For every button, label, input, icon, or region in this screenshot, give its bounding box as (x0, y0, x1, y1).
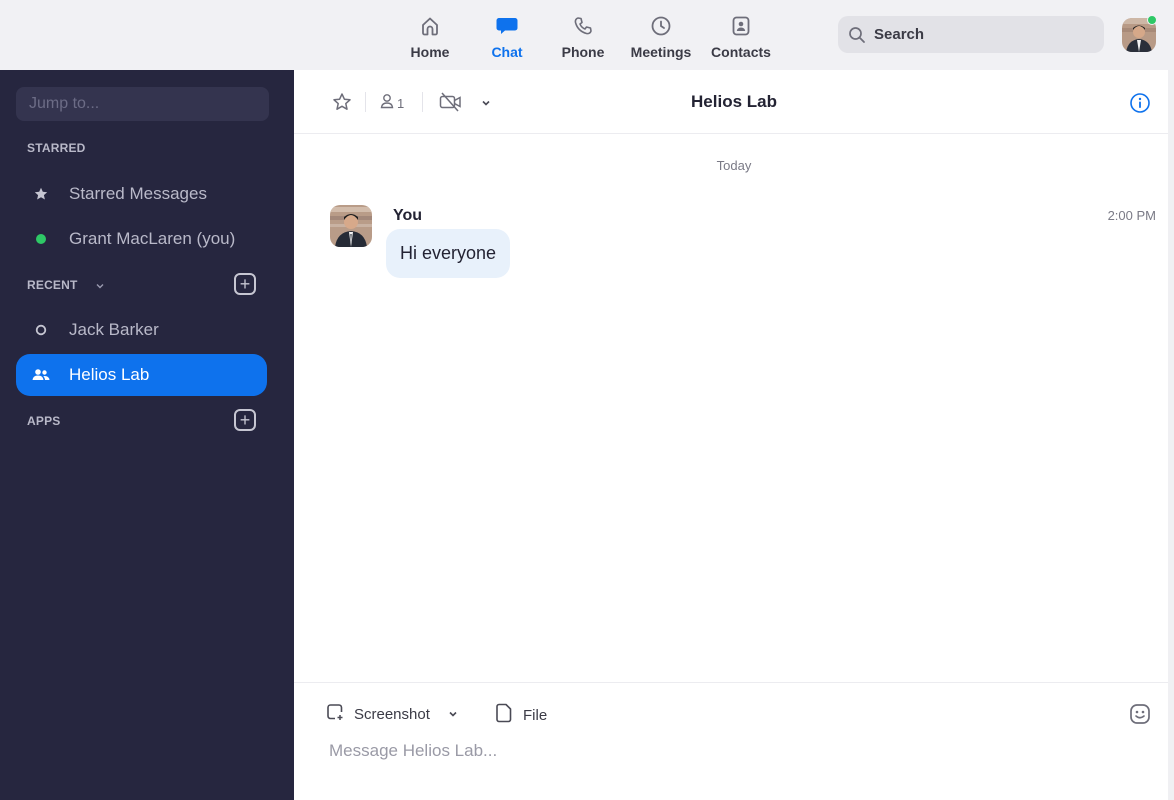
sidebar-item-jack-barker[interactable]: Jack Barker (16, 309, 267, 351)
star-channel-button[interactable] (332, 92, 352, 117)
nav-meetings[interactable]: Meetings (628, 10, 694, 66)
message-timestamp: 2:00 PM (1107, 208, 1156, 223)
sidebar: STARRED Starred Messages Grant MacLaren … (0, 70, 294, 800)
divider (422, 92, 423, 112)
screenshot-icon (326, 703, 354, 725)
file-icon (495, 703, 523, 727)
nav-chat[interactable]: Chat (487, 10, 527, 66)
sender-avatar[interactable] (330, 205, 372, 247)
search-icon (848, 26, 866, 44)
clock-icon (649, 14, 673, 38)
chevron-down-icon (447, 707, 469, 724)
starred-section-header: STARRED (27, 141, 86, 155)
sidebar-item-helios-lab[interactable]: Helios Lab (16, 354, 267, 396)
plus-icon: + (239, 274, 251, 294)
online-dot-icon (30, 233, 52, 245)
screenshot-options-dropdown[interactable] (447, 707, 469, 724)
offline-circle-icon (30, 324, 52, 336)
message-sender: You (393, 207, 423, 224)
nav-contacts[interactable]: Contacts (710, 10, 772, 66)
top-bar: Home Chat Phone Meetings Contacts (0, 0, 1174, 70)
message-bubble[interactable]: Hi everyone (386, 229, 511, 278)
sidebar-item-starred-messages[interactable]: Starred Messages (16, 173, 267, 215)
contacts-icon (729, 14, 753, 38)
video-options-dropdown[interactable] (480, 96, 492, 114)
add-recent-button[interactable]: + (234, 273, 256, 295)
home-icon (418, 14, 442, 38)
nav-phone[interactable]: Phone (560, 10, 606, 66)
divider (365, 92, 366, 112)
video-button[interactable] (439, 92, 463, 117)
info-icon[interactable] (1129, 92, 1151, 114)
search-box[interactable] (838, 16, 1104, 53)
chevron-down-icon[interactable] (94, 279, 106, 291)
chat-panel: 1 Helios Lab Today You 2:00 PM Hi everyo… (294, 70, 1174, 800)
star-icon (30, 187, 52, 201)
sidebar-item-grant-maclaren[interactable]: Grant MacLaren (you) (16, 218, 267, 260)
recent-section-header: RECENT (27, 278, 78, 292)
screenshot-button[interactable]: Screenshot (326, 703, 430, 725)
phone-icon (571, 14, 595, 38)
add-app-button[interactable]: + (234, 409, 256, 431)
chat-header: 1 Helios Lab (294, 70, 1174, 134)
star-outline-icon (332, 92, 352, 117)
online-status-dot (1147, 15, 1157, 25)
zoom-chat-window: Home Chat Phone Meetings Contacts Search… (0, 0, 1174, 800)
video-off-icon (439, 92, 463, 117)
emoji-icon[interactable] (1129, 703, 1151, 725)
chat-title: Helios Lab (691, 92, 777, 111)
plus-icon: + (239, 410, 251, 430)
search-input[interactable] (874, 26, 1074, 43)
chevron-down-icon (480, 96, 492, 114)
window-edge (1168, 70, 1174, 800)
nav-home[interactable]: Home (408, 10, 452, 66)
members-button[interactable]: 1 (380, 93, 404, 114)
jump-to-input[interactable] (16, 87, 269, 121)
message-input[interactable] (329, 738, 1129, 764)
group-icon (30, 368, 52, 382)
file-button[interactable]: File (495, 703, 547, 727)
person-icon (380, 93, 394, 114)
day-divider: Today (716, 158, 752, 173)
message-composer: Screenshot File (294, 682, 1174, 800)
chat-icon (495, 14, 519, 38)
apps-section-header: APPS (27, 414, 61, 428)
